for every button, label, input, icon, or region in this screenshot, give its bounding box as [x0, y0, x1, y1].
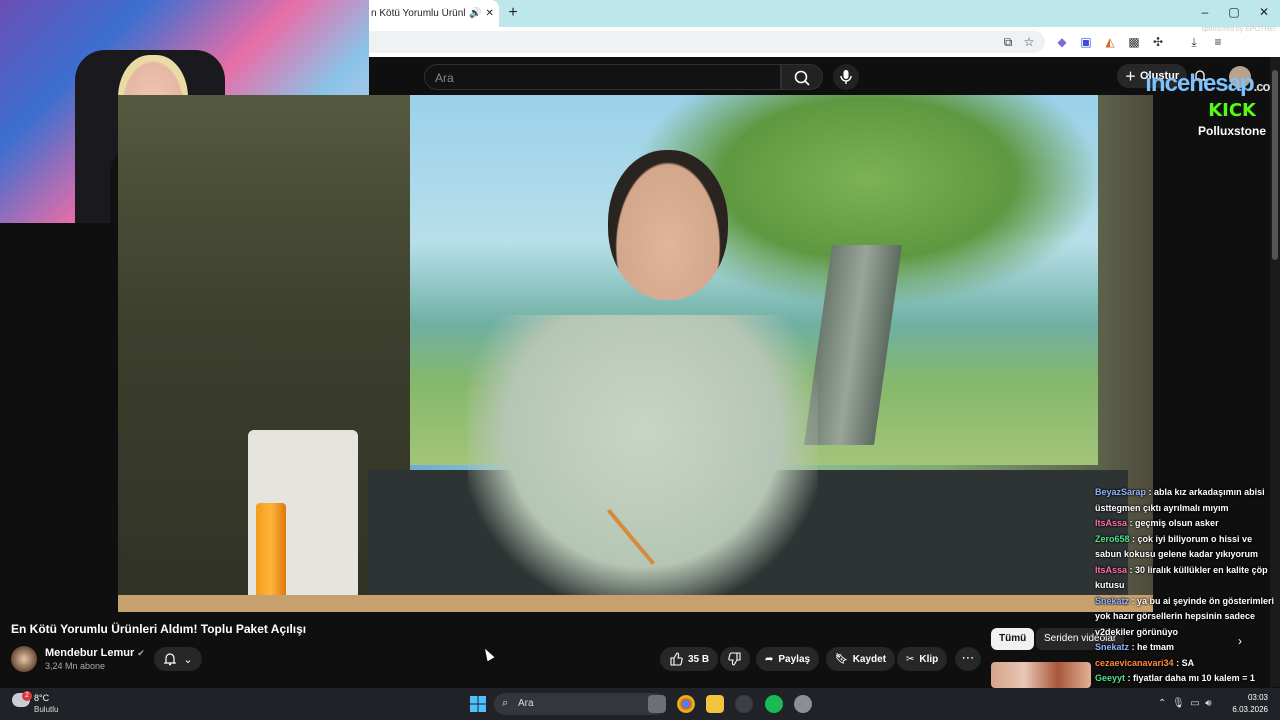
tab-audio-icon[interactable]: 🔊: [469, 8, 481, 19]
like-count: 35 B: [688, 653, 710, 665]
chip-all[interactable]: Tümü: [991, 628, 1035, 650]
chat-username: ItsAssa: [1095, 518, 1128, 528]
chat-text: : he tmam: [1129, 642, 1175, 652]
chevron-down-icon: ⌄: [183, 653, 193, 666]
chrome-icon[interactable]: [677, 695, 695, 713]
system-tray[interactable]: ⌃ 🎙︎ ▭ 🔊︎: [1158, 698, 1212, 709]
chat-text: : SA: [1173, 657, 1195, 668]
address-bar[interactable]: [369, 31, 1045, 53]
obs-icon[interactable]: [735, 695, 753, 713]
more-actions-button[interactable]: ⋯: [955, 647, 981, 671]
chat-username: BeyazSarap: [1095, 487, 1147, 497]
settings-gear-icon[interactable]: [794, 695, 812, 713]
download-icon[interactable]: ⤓: [1186, 34, 1202, 50]
bookmark-star-icon[interactable]: ☆: [1021, 34, 1037, 50]
bookmark-icon: 🔖︎: [835, 653, 848, 665]
minimize-button[interactable]: –: [1190, 5, 1220, 19]
chat-message: ItsAssa : geçmiş olsun asker: [1095, 516, 1275, 532]
video-scene-can: [256, 503, 286, 603]
share-label: Paylaş: [778, 653, 811, 665]
sponsor-overlay: sponsored by EPOTHEI incehesap.com KICK …: [1134, 26, 1280, 146]
clip-label: Klip: [919, 653, 939, 665]
metamask-icon[interactable]: ◭: [1102, 34, 1118, 50]
clip-button[interactable]: ✂ Klip: [897, 647, 948, 671]
chat-username: ItsAssa: [1095, 564, 1128, 575]
install-app-icon[interactable]: ⧉: [1000, 34, 1016, 50]
volume-icon[interactable]: 🔊︎: [1205, 698, 1211, 709]
dislike-button[interactable]: [720, 647, 750, 671]
video-scene-person: [468, 315, 818, 605]
save-label: Kaydet: [852, 653, 887, 665]
mouse-cursor: [481, 646, 495, 662]
weather-badge: 2: [22, 691, 32, 701]
extension-icon[interactable]: ◆: [1054, 34, 1070, 50]
streamer-username: Polluxstone: [1197, 124, 1266, 138]
kick-logo: KICK: [1208, 100, 1256, 121]
verified-icon: ✔: [137, 648, 145, 658]
microphone-tray-icon[interactable]: 🎙︎: [1172, 698, 1185, 709]
taskbar-search-icon: ⌕: [502, 697, 509, 709]
channel-name[interactable]: Mendebur Lemur ✔: [45, 647, 145, 659]
chat-username: cezaevicanavari34: [1095, 657, 1174, 668]
subscription-notifications-button[interactable]: ⌄: [154, 647, 202, 671]
chat-message: cezaevicanavari34 : SA: [1095, 656, 1275, 672]
extension-icon[interactable]: ▩: [1126, 34, 1142, 50]
chat-message: Snekatz : he tmam: [1095, 640, 1275, 656]
browser-tab-title: n Kötü Yorumlu Ürünleri A: [371, 8, 465, 19]
stream-chat-overlay: BeyazSarap : abla kız arkadaşımın abisi …: [1095, 485, 1275, 718]
extensions-puzzle-icon[interactable]: ✣: [1150, 34, 1166, 50]
scrollbar-thumb[interactable]: [1272, 70, 1278, 260]
microphone-icon: [840, 70, 852, 84]
scissors-icon: ✂: [906, 653, 915, 665]
new-tab-button[interactable]: +: [505, 4, 521, 22]
thumbs-up-icon: [670, 652, 683, 666]
windows-start-icon[interactable]: [470, 696, 486, 712]
share-icon: ➦: [765, 653, 774, 665]
video-scene-desk: [118, 595, 1153, 612]
tab-search-icon[interactable]: ≡: [1210, 34, 1226, 50]
spotify-icon[interactable]: [765, 695, 783, 713]
chat-username: Snekatz: [1095, 595, 1130, 606]
save-button[interactable]: 🔖︎ Kaydet: [826, 647, 896, 671]
browser-tab-active[interactable]: n Kötü Yorumlu Ürünleri A 🔊 ✕: [369, 0, 499, 27]
search-input[interactable]: Ara: [424, 64, 781, 90]
network-icon[interactable]: ▭: [1190, 698, 1199, 709]
file-explorer-icon[interactable]: [706, 695, 724, 713]
bell-icon: [163, 653, 177, 666]
weather-temperature[interactable]: 8°C: [34, 693, 49, 703]
extension-icon[interactable]: ▣: [1078, 34, 1094, 50]
taskbar-search-input[interactable]: Ara: [494, 693, 666, 715]
search-button[interactable]: [781, 64, 823, 90]
tray-chevron-icon[interactable]: ⌃: [1158, 698, 1166, 709]
video-player[interactable]: [118, 95, 1153, 612]
chat-text: : geçmiş olsun asker: [1127, 518, 1219, 528]
channel-avatar[interactable]: [11, 646, 37, 672]
subscriber-count: 3,24 Mn abone: [45, 661, 106, 671]
sponsor-brand: incehesap.com: [1145, 70, 1280, 97]
voice-search-button[interactable]: [833, 64, 859, 90]
clock-date[interactable]: 6.03.2026: [1222, 705, 1268, 714]
search-icon: [794, 70, 810, 86]
maximize-button[interactable]: ▢: [1219, 5, 1249, 19]
chat-username: Snekatz: [1095, 642, 1130, 652]
thumbs-down-icon: [728, 652, 741, 666]
sponsor-small-text: sponsored by EPOTHEI: [1201, 26, 1276, 33]
video-title: En Kötü Yorumlu Ürünleri Aldım! Toplu Pa…: [11, 622, 307, 636]
close-window-button[interactable]: ✕: [1249, 5, 1279, 19]
chat-message: ItsAssa : 30 liralık küllükler en kalite…: [1095, 563, 1275, 594]
chat-message: Snekatz : ya bu ai şeyinde ön gösterimle…: [1095, 594, 1275, 641]
tab-close-icon[interactable]: ✕: [485, 8, 493, 19]
chat-username: Geeyyt: [1095, 673, 1126, 683]
share-button[interactable]: ➦ Paylaş: [756, 647, 820, 671]
chat-username: Zero658: [1095, 533, 1130, 544]
video-scene-head: [608, 150, 728, 300]
like-button[interactable]: 35 B: [660, 647, 719, 671]
chat-message: Zero658 : çok iyi biliyorum o hissi ve s…: [1095, 532, 1275, 563]
weather-description[interactable]: Bulutlu: [34, 705, 58, 714]
chat-message: BeyazSarap : abla kız arkadaşımın abisi …: [1095, 485, 1275, 516]
task-view-icon[interactable]: [648, 695, 666, 713]
clock-time[interactable]: 03:03: [1222, 693, 1268, 702]
recommended-video-thumbnail[interactable]: [991, 662, 1091, 688]
